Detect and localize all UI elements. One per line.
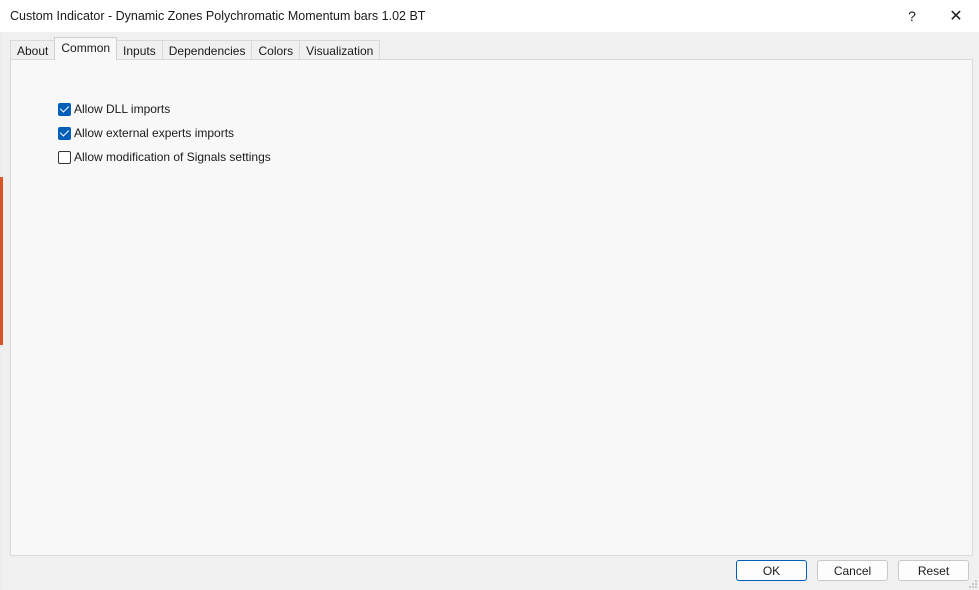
tab-inputs[interactable]: Inputs <box>116 40 163 60</box>
background-window-accent <box>0 177 3 345</box>
title-bar: Custom Indicator - Dynamic Zones Polychr… <box>0 0 979 32</box>
tab-about[interactable]: About <box>10 40 56 60</box>
tab-common[interactable]: Common <box>54 37 118 60</box>
allow-signals-modification-checkbox[interactable] <box>58 150 71 164</box>
allow-signals-modification-option[interactable]: Allow modification of Signals settings <box>58 149 271 165</box>
tab-strip: About Common Inputs Dependencies Colors … <box>10 37 381 60</box>
common-tab-panel: Allow DLL imports Allow external experts… <box>10 59 973 556</box>
allow-external-experts-checkbox[interactable] <box>58 126 71 140</box>
cancel-button[interactable]: Cancel <box>817 560 888 581</box>
background-window-edge <box>0 32 3 590</box>
allow-dll-imports-label: Allow DLL imports <box>74 102 171 116</box>
resize-grip-icon[interactable] <box>969 580 977 588</box>
ok-button[interactable]: OK <box>736 560 807 581</box>
tab-colors[interactable]: Colors <box>251 40 301 60</box>
help-button[interactable]: ? <box>889 0 935 32</box>
allow-external-experts-option[interactable]: Allow external experts imports <box>58 125 234 141</box>
reset-button[interactable]: Reset <box>898 560 969 581</box>
help-icon: ? <box>908 8 916 24</box>
tab-dependencies[interactable]: Dependencies <box>161 40 253 60</box>
window-title: Custom Indicator - Dynamic Zones Polychr… <box>10 9 426 23</box>
allow-external-experts-label: Allow external experts imports <box>74 126 235 140</box>
allow-signals-modification-label: Allow modification of Signals settings <box>74 150 271 164</box>
tab-visualization[interactable]: Visualization <box>299 40 381 60</box>
allow-dll-imports-option[interactable]: Allow DLL imports <box>58 101 170 117</box>
close-button[interactable]: ✕ <box>933 0 979 32</box>
close-icon: ✕ <box>949 8 963 25</box>
allow-dll-imports-checkbox[interactable] <box>58 102 71 116</box>
